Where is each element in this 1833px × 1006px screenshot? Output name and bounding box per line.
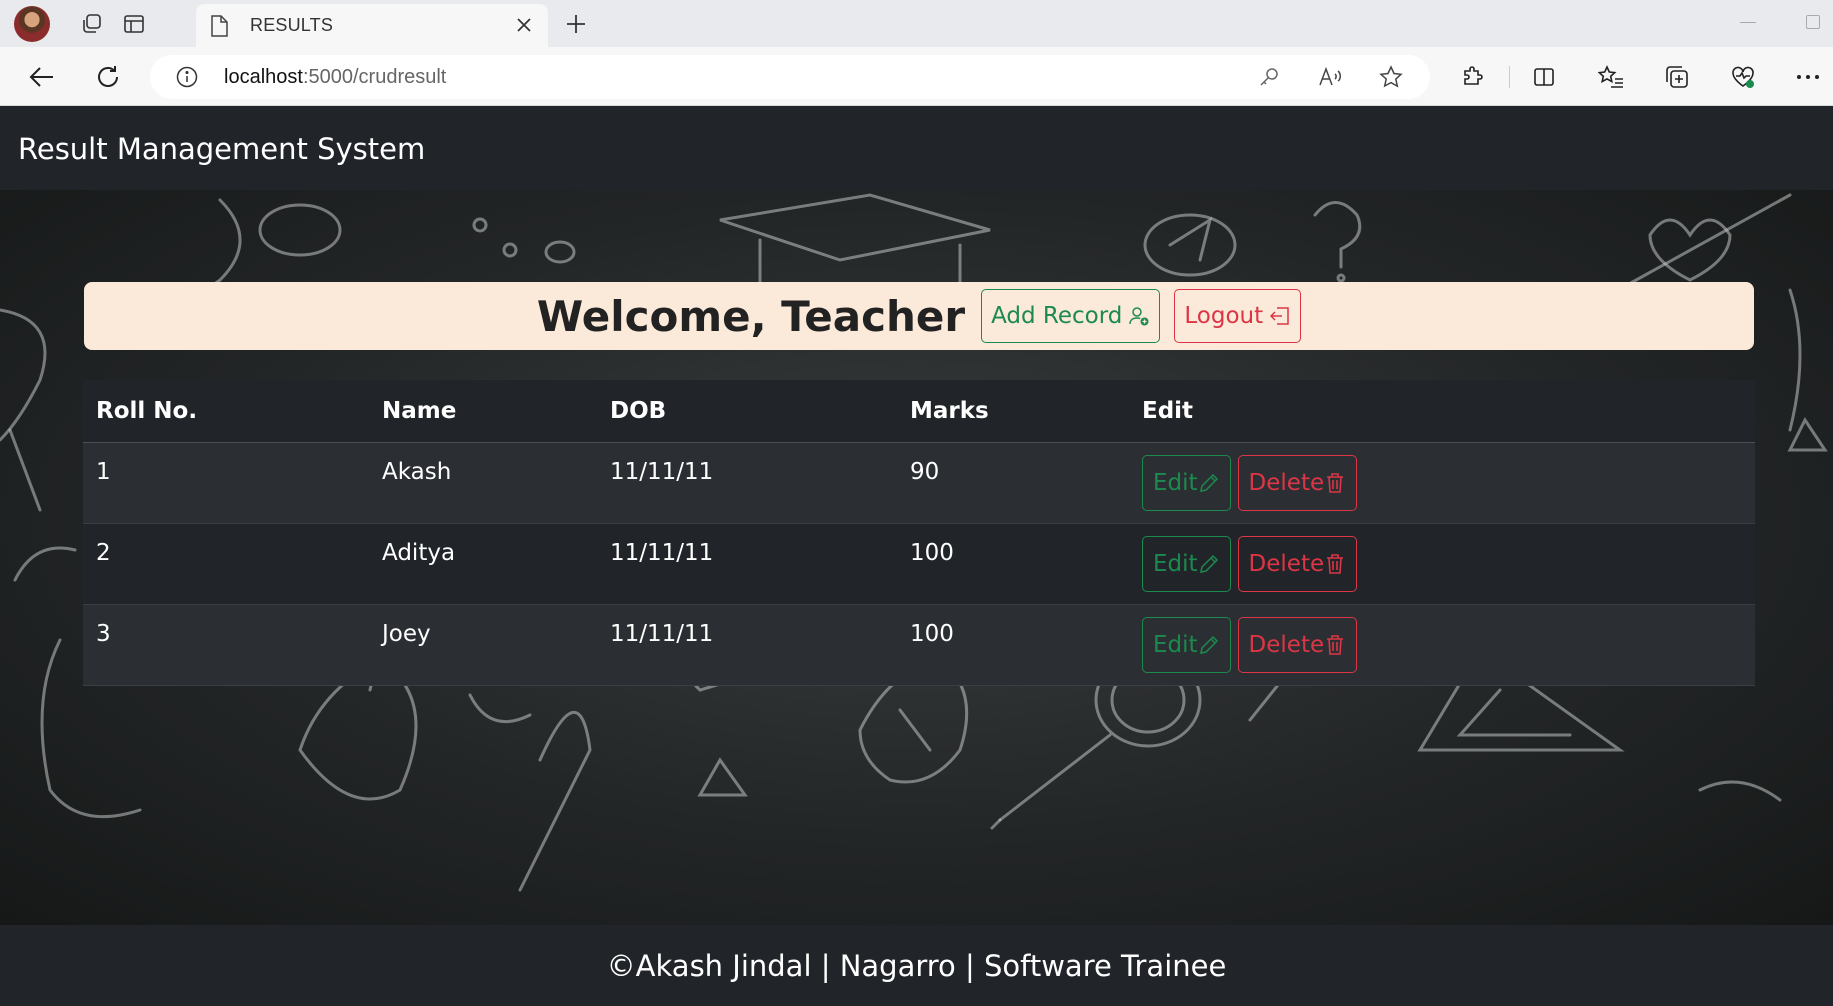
cell-actions: Edit Delete xyxy=(1129,442,1755,524)
trash-icon xyxy=(1324,553,1346,575)
logout-button[interactable]: Logout xyxy=(1174,289,1302,343)
page-icon xyxy=(208,14,230,37)
footer-text: ©Akash Jindal | Nagarro | Software Train… xyxy=(606,948,1227,983)
cell-roll: 3 xyxy=(83,604,369,686)
table-row: 3 Joey 11/11/11 100 Edit Delete xyxy=(83,604,1755,686)
collections-icon[interactable] xyxy=(1662,62,1692,92)
url-text: localhost:5000/crudresult xyxy=(224,66,447,88)
site-navbar: Result Management System xyxy=(0,106,1833,190)
results-table: Roll No. Name DOB Marks Edit 1 Akash 11/… xyxy=(83,380,1755,686)
cell-dob: 11/11/11 xyxy=(597,442,897,524)
cell-roll: 2 xyxy=(83,523,369,605)
cell-dob: 11/11/11 xyxy=(597,523,897,605)
browser-toolbar: localhost:5000/crudresult xyxy=(0,47,1833,106)
header-roll: Roll No. xyxy=(83,380,369,443)
tab-results[interactable]: RESULTS xyxy=(196,4,548,47)
navbar-brand[interactable]: Result Management System xyxy=(18,132,425,166)
delete-button[interactable]: Delete xyxy=(1237,454,1358,511)
favorites-icon[interactable] xyxy=(1596,62,1626,92)
cell-name: Aditya xyxy=(369,523,597,605)
browser-essentials-icon[interactable] xyxy=(1728,62,1758,92)
pencil-icon xyxy=(1198,472,1220,494)
trash-icon xyxy=(1324,634,1346,656)
tab-actions-icon[interactable] xyxy=(120,10,148,38)
cell-marks: 100 xyxy=(897,604,1129,686)
tab-title: RESULTS xyxy=(250,15,334,35)
read-aloud-icon[interactable] xyxy=(1318,64,1344,90)
cell-actions: Edit Delete xyxy=(1129,604,1755,686)
cell-marks: 90 xyxy=(897,442,1129,524)
edit-button[interactable]: Edit xyxy=(1142,535,1231,592)
header-dob: DOB xyxy=(597,380,897,443)
split-screen-icon[interactable] xyxy=(1529,62,1559,92)
welcome-title: Welcome, Teacher xyxy=(536,291,966,341)
new-tab-icon[interactable] xyxy=(562,10,590,38)
profile-avatar[interactable] xyxy=(14,6,50,42)
more-menu-icon[interactable] xyxy=(1793,62,1823,92)
password-key-icon[interactable] xyxy=(1256,64,1282,90)
site-footer: ©Akash Jindal | Nagarro | Software Train… xyxy=(0,925,1833,1006)
table-row: 1 Akash 11/11/11 90 Edit Delete xyxy=(83,442,1755,524)
edit-label: Edit xyxy=(1153,631,1198,658)
close-tab-icon[interactable] xyxy=(514,15,534,35)
toolbar-separator xyxy=(1509,66,1510,88)
edit-button[interactable]: Edit xyxy=(1142,454,1231,511)
trash-icon xyxy=(1324,472,1346,494)
box-arrow-left-icon xyxy=(1269,306,1291,326)
table-row: 2 Aditya 11/11/11 100 Edit Delete xyxy=(83,523,1755,605)
delete-label: Delete xyxy=(1248,631,1325,658)
header-edit: Edit xyxy=(1129,380,1755,443)
browser-tab-bar: RESULTS xyxy=(0,0,1833,47)
cell-marks: 100 xyxy=(897,523,1129,605)
edit-button[interactable]: Edit xyxy=(1142,616,1231,673)
welcome-card: Welcome, Teacher Add Record Logout xyxy=(84,282,1754,350)
cell-roll: 1 xyxy=(83,442,369,524)
header-name: Name xyxy=(369,380,597,443)
delete-label: Delete xyxy=(1248,550,1325,577)
table-header-row: Roll No. Name DOB Marks Edit xyxy=(83,380,1755,443)
site-info-icon[interactable] xyxy=(176,66,198,88)
address-bar[interactable]: localhost:5000/crudresult xyxy=(150,55,1430,99)
add-record-label: Add Record xyxy=(991,303,1123,329)
delete-label: Delete xyxy=(1248,469,1325,496)
cell-name: Akash xyxy=(369,442,597,524)
person-add-icon xyxy=(1128,305,1150,327)
back-icon[interactable] xyxy=(26,61,58,93)
delete-button[interactable]: Delete xyxy=(1237,535,1358,592)
cell-actions: Edit Delete xyxy=(1129,523,1755,605)
cell-dob: 11/11/11 xyxy=(597,604,897,686)
favorite-star-icon[interactable] xyxy=(1378,64,1404,90)
maximize-icon[interactable] xyxy=(1806,15,1820,29)
pencil-icon xyxy=(1198,634,1220,656)
refresh-icon[interactable] xyxy=(92,61,124,93)
delete-button[interactable]: Delete xyxy=(1237,616,1358,673)
workspaces-icon[interactable] xyxy=(78,10,106,38)
logout-label: Logout xyxy=(1184,303,1264,329)
pencil-icon xyxy=(1198,553,1220,575)
cell-name: Joey xyxy=(369,604,597,686)
add-record-button[interactable]: Add Record xyxy=(981,289,1161,343)
edit-label: Edit xyxy=(1153,550,1198,577)
edit-label: Edit xyxy=(1153,469,1198,496)
extensions-icon[interactable] xyxy=(1458,62,1488,92)
minimize-icon[interactable] xyxy=(1740,22,1756,23)
header-marks: Marks xyxy=(897,380,1129,443)
